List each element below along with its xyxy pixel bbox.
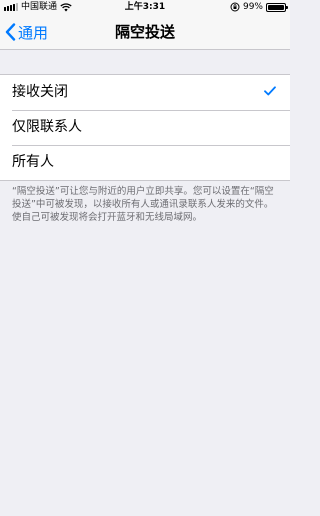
option-contacts-only[interactable]: 仅限联系人 — [0, 110, 290, 145]
checkmark-icon — [264, 86, 276, 96]
option-everyone[interactable]: 所有人 — [0, 145, 290, 180]
airdrop-description: “隔空投送”可让您与附近的用户立即共享。您可以设置在“隔空投送”中可被发现，以接… — [12, 186, 274, 223]
battery-icon — [266, 2, 288, 12]
status-right: 99% — [230, 0, 288, 14]
battery-percent: 99% — [242, 2, 263, 12]
option-label: 接收关闭 — [12, 84, 68, 100]
battery-fill — [268, 4, 284, 10]
page-title: 隔空投送 — [114, 23, 175, 41]
navigation-bar: 通用 隔空投送 — [0, 14, 290, 50]
option-label: 仅限联系人 — [12, 119, 82, 135]
airdrop-options-list: 接收关闭 仅限联系人 所有人 — [0, 74, 290, 181]
orientation-lock-icon — [230, 2, 240, 12]
option-receiving-off[interactable]: 接收关闭 — [0, 75, 290, 110]
option-label: 所有人 — [12, 154, 54, 170]
status-bar: 中国联通 上午3:31 99% — [0, 0, 290, 14]
